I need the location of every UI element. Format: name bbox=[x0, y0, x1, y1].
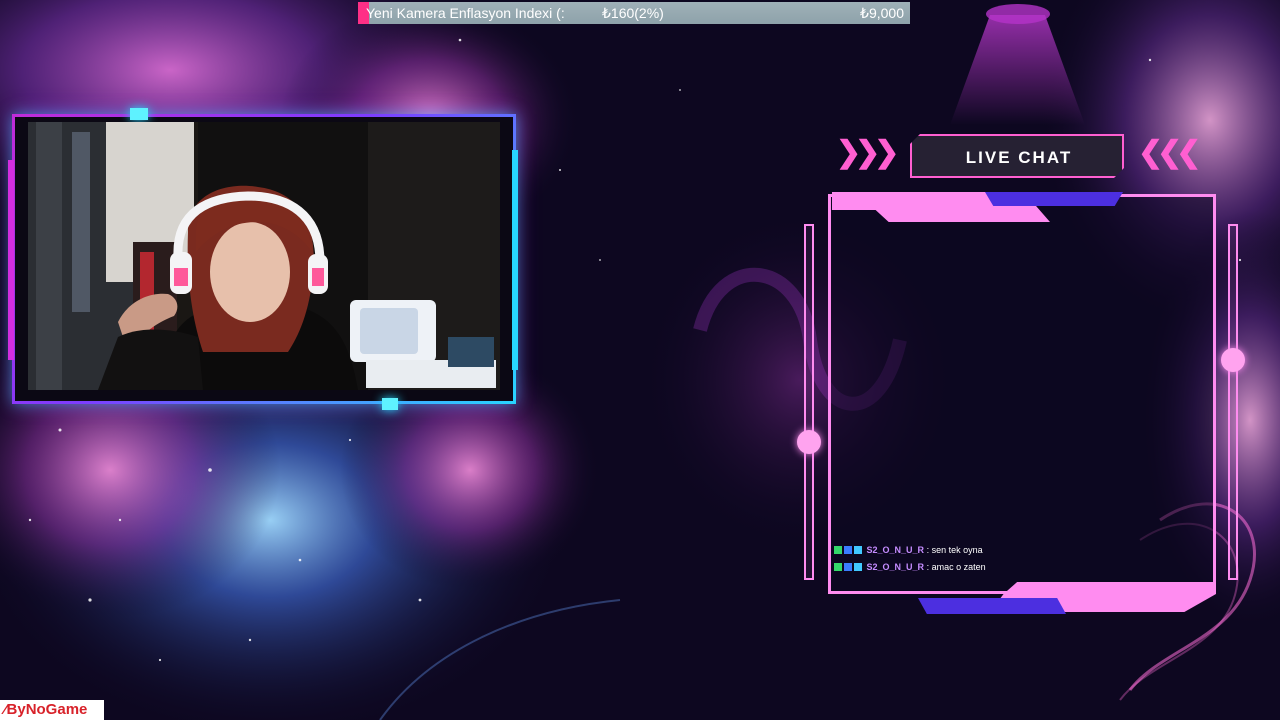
badge-icon bbox=[854, 563, 862, 571]
webcam-scene bbox=[28, 122, 500, 390]
chevron-left-icon: ❯❯❯ bbox=[836, 136, 899, 169]
webcam-feed bbox=[28, 122, 500, 390]
chat-message-text: amac o zaten bbox=[931, 562, 986, 572]
chat-panel-top-accent bbox=[985, 192, 1123, 206]
badge-icon bbox=[834, 563, 842, 571]
badge-icon bbox=[854, 546, 862, 554]
webcam-frame-accent-left bbox=[8, 160, 14, 360]
live-chat-title-box: LIVE CHAT bbox=[910, 134, 1124, 178]
chat-panel-bottom-accent bbox=[918, 598, 1066, 614]
chat-message: S2_O_N_U_R : sen tek oyna bbox=[834, 542, 1194, 559]
goal-target-amount: ₺9,000 bbox=[860, 5, 904, 21]
goal-current-amount: ₺160(2%) bbox=[602, 5, 664, 21]
chat-message-text: sen tek oyna bbox=[931, 545, 983, 555]
webcam-frame-accent-bottom bbox=[382, 398, 398, 410]
chat-rail-right bbox=[1228, 224, 1238, 580]
badge-icon bbox=[834, 546, 842, 554]
chat-rail-left bbox=[804, 224, 814, 580]
chat-separator: : bbox=[926, 562, 930, 572]
goal-label: Yeni Kamera Enflasyon Indexi (: bbox=[366, 5, 565, 21]
brand-logo: ⁄ByNoGame bbox=[0, 700, 104, 720]
chat-username: S2_O_N_U_R bbox=[866, 545, 925, 555]
goal-progress-bar: Yeni Kamera Enflasyon Indexi (: ₺160(2%)… bbox=[358, 2, 910, 24]
chat-slider-knob-left bbox=[797, 430, 821, 454]
badge-icon bbox=[844, 546, 852, 554]
chat-message: S2_O_N_U_R : amac o zaten bbox=[834, 559, 1194, 576]
stream-overlay: Yeni Kamera Enflasyon Indexi (: ₺160(2%)… bbox=[0, 0, 1280, 720]
chat-username: S2_O_N_U_R bbox=[866, 562, 925, 572]
chevron-right-icon: ❮❮❮ bbox=[1138, 136, 1201, 169]
badge-icon bbox=[844, 563, 852, 571]
chat-message-list: S2_O_N_U_R : sen tek oyna S2_O_N_U_R : a… bbox=[834, 542, 1194, 576]
webcam-frame-accent-right bbox=[512, 150, 518, 370]
webcam-frame-accent-top bbox=[130, 108, 148, 120]
chat-separator: : bbox=[926, 545, 930, 555]
chat-slider-knob-right bbox=[1221, 348, 1245, 372]
live-chat-title: LIVE CHAT bbox=[965, 148, 1073, 167]
live-chat-panel bbox=[828, 194, 1216, 594]
brand-name: ByNoGame bbox=[6, 701, 88, 718]
